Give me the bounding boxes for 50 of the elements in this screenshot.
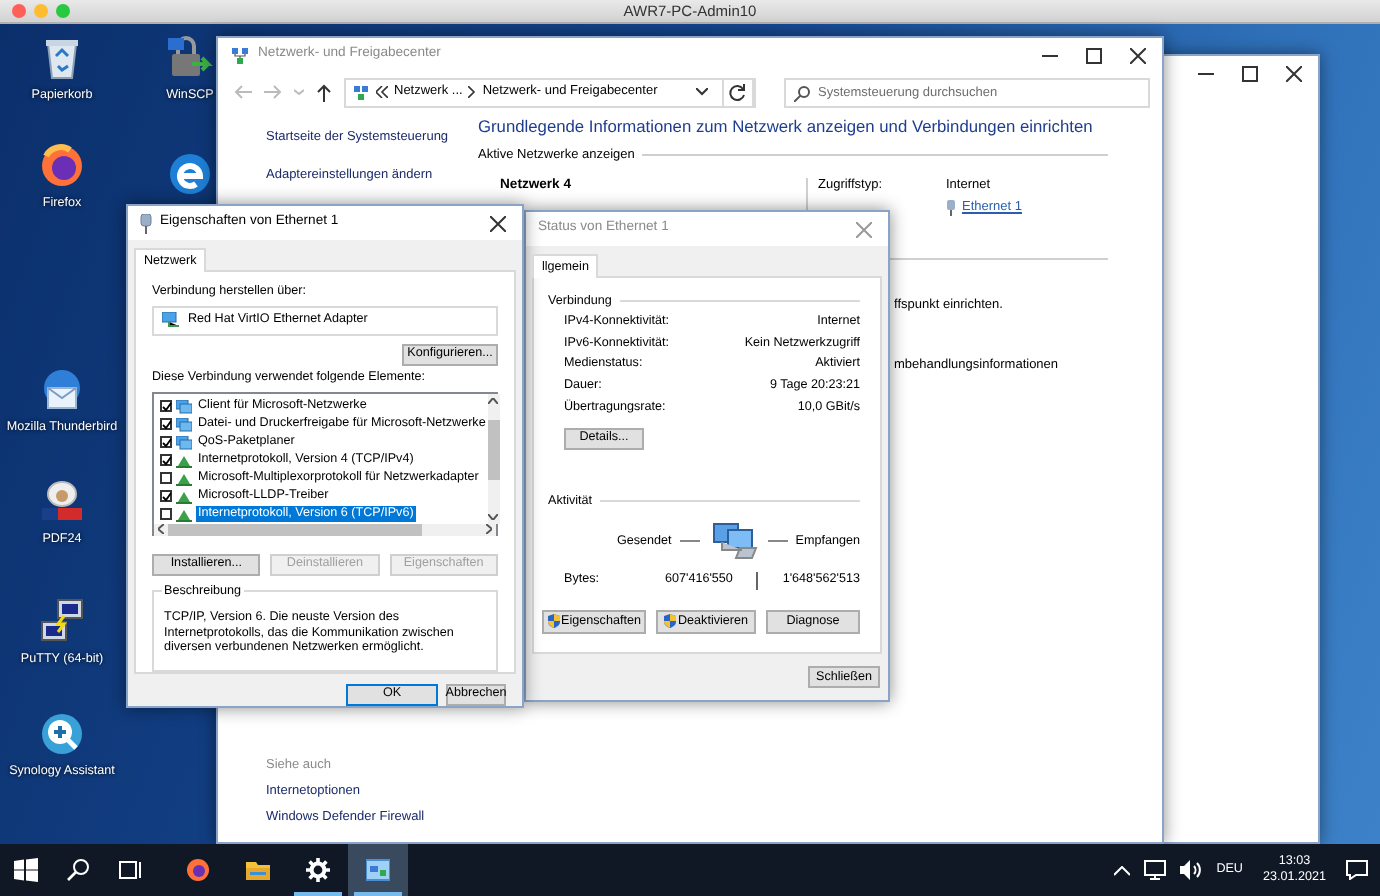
checkbox[interactable]: [160, 436, 172, 449]
close-icon[interactable]: [490, 215, 506, 231]
search-icon[interactable]: [66, 858, 90, 882]
scroll-up-icon[interactable]: [488, 397, 499, 404]
scroll-down-icon[interactable]: [488, 513, 499, 520]
window-icon[interactable]: [366, 858, 390, 882]
close-icon[interactable]: [1130, 47, 1146, 63]
firefox-icon[interactable]: [36, 140, 88, 192]
checkbox[interactable]: [160, 490, 172, 503]
scrollbar[interactable]: [154, 523, 496, 536]
chevron-icon: [468, 86, 477, 98]
double-chevron-icon[interactable]: [376, 86, 388, 98]
scroll-left-icon[interactable]: [158, 524, 164, 535]
network-icon: [230, 45, 250, 65]
plug-icon: [140, 213, 152, 233]
shield-icon: [547, 614, 560, 629]
page-heading: Grundlegende Informationen zum Netzwerk anzeigen und Verbindungen einrichten: [478, 116, 1095, 137]
speaker-icon[interactable]: [1180, 860, 1203, 880]
checkbox[interactable]: [160, 472, 172, 485]
network-icon[interactable]: [1144, 860, 1167, 880]
network-icon: [176, 417, 192, 432]
network-icon: [176, 399, 192, 414]
firefox-icon[interactable]: [186, 858, 210, 882]
magnifier-plus-icon[interactable]: [36, 708, 88, 760]
browser-icon[interactable]: [164, 148, 216, 200]
folder-icon[interactable]: [246, 858, 270, 882]
network-icon: [352, 83, 370, 101]
computers-icon: [707, 521, 760, 562]
gear-icon[interactable]: [306, 858, 330, 882]
chevron-up-icon[interactable]: [1114, 865, 1131, 875]
scroll-right-icon[interactable]: [486, 524, 492, 535]
up-arrow-icon[interactable]: [316, 83, 332, 101]
start-icon[interactable]: [14, 858, 38, 882]
network-adapter-icon: [162, 312, 180, 329]
notification-icon[interactable]: [1346, 860, 1368, 880]
maximize-icon[interactable]: [1242, 65, 1258, 81]
checkbox[interactable]: [160, 454, 172, 467]
checkbox[interactable]: [160, 400, 172, 413]
caret-icon[interactable]: [696, 88, 708, 96]
close-icon[interactable]: [1286, 65, 1302, 81]
plug-icon: [946, 199, 956, 216]
network-icon: [176, 435, 192, 450]
maximize-icon[interactable]: [1086, 47, 1102, 63]
checkbox[interactable]: [160, 418, 172, 431]
shield-icon: [664, 614, 676, 629]
search-icon: [794, 85, 810, 101]
refresh-button[interactable]: [722, 77, 754, 107]
task-view-icon[interactable]: [118, 858, 142, 882]
scrollbar[interactable]: [487, 393, 500, 524]
checkbox[interactable]: [160, 508, 172, 521]
